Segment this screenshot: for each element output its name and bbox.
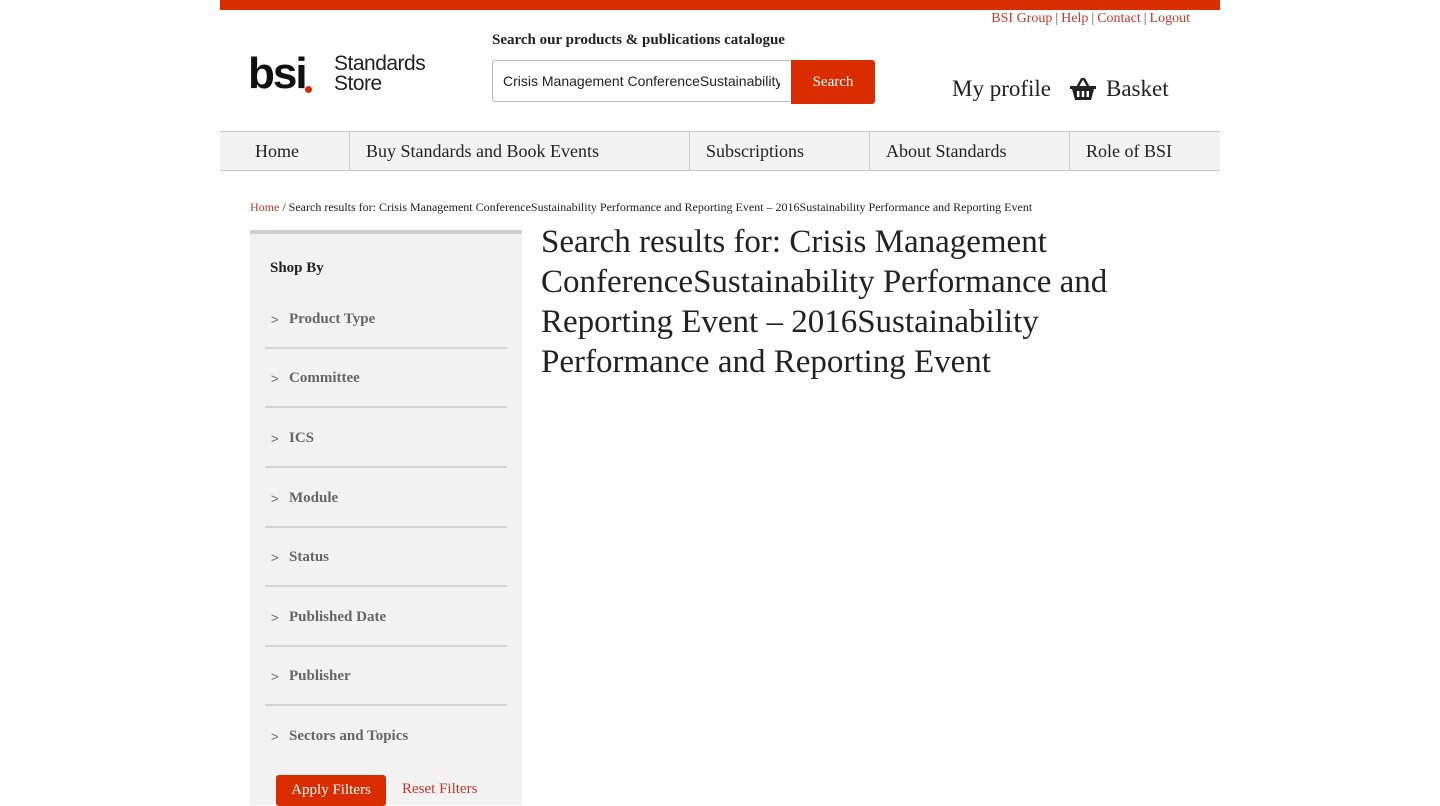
chevron-right-icon: >	[271, 610, 279, 625]
nav-item-about-standards[interactable]: About Standards	[870, 132, 1070, 170]
breadcrumb-current: Search results for: Crisis Management Co…	[288, 200, 1033, 214]
chevron-right-icon: >	[271, 669, 279, 684]
logo-dot	[305, 86, 312, 93]
breadcrumb: Home / Search results for: Crisis Manage…	[250, 200, 1032, 215]
facet-product-type[interactable]: > Product Type	[265, 290, 507, 349]
utility-links: BSI Group | Help | Contact | Logout	[991, 11, 1190, 27]
utility-separator: |	[1091, 11, 1095, 26]
facet-label: Sectors and Topics	[289, 728, 409, 744]
utility-separator: |	[1055, 11, 1059, 26]
chevron-right-icon: >	[271, 729, 279, 744]
nav-item-home[interactable]: Home	[220, 132, 350, 170]
facet-label: Module	[289, 490, 339, 506]
logo-brand: bsi	[248, 49, 308, 98]
logout-link[interactable]: Logout	[1150, 11, 1190, 26]
bsi-standards-store-logo[interactable]: bsi Standards Store	[248, 52, 438, 100]
facet-label: Status	[289, 549, 330, 565]
facet-committee[interactable]: > Committee	[265, 349, 507, 408]
facet-label: Published Date	[289, 609, 387, 625]
nav-item-subscriptions[interactable]: Subscriptions	[690, 132, 870, 170]
search-label: Search our products & publications catal…	[492, 32, 785, 48]
facet-label: ICS	[289, 430, 315, 446]
help-link[interactable]: Help	[1061, 11, 1088, 26]
facet-ics[interactable]: > ICS	[265, 409, 507, 468]
facet-published-date[interactable]: > Published Date	[265, 588, 507, 647]
nav-item-buy-standards[interactable]: Buy Standards and Book Events	[350, 132, 690, 170]
breadcrumb-separator: /	[282, 200, 286, 214]
main-nav: Home Buy Standards and Book Events Subsc…	[220, 131, 1220, 171]
contact-link[interactable]: Contact	[1097, 11, 1141, 26]
chevron-right-icon: >	[271, 550, 279, 565]
facet-publisher[interactable]: > Publisher	[265, 647, 507, 706]
bsi-group-link[interactable]: BSI Group	[991, 11, 1052, 26]
basket-label: Basket	[1106, 76, 1169, 101]
shop-by-heading: Shop By	[270, 260, 324, 276]
facet-label: Publisher	[289, 668, 351, 684]
page-title: Search results for: Crisis Management Co…	[541, 224, 1108, 380]
utility-separator: |	[1143, 11, 1147, 26]
reset-filters-link[interactable]: Reset Filters	[402, 781, 477, 798]
basket-icon	[1070, 77, 1096, 100]
apply-filters-button[interactable]: Apply Filters	[276, 775, 386, 806]
facet-module[interactable]: > Module	[265, 469, 507, 528]
top-accent-bar	[220, 0, 1220, 10]
chevron-right-icon: >	[271, 312, 279, 327]
chevron-right-icon: >	[271, 431, 279, 446]
search-button[interactable]: Search	[791, 60, 875, 104]
logo-tagline-line2: Store	[334, 72, 382, 95]
facet-status[interactable]: > Status	[265, 528, 507, 587]
facet-label: Committee	[289, 370, 360, 386]
chevron-right-icon: >	[271, 491, 279, 506]
breadcrumb-home-link[interactable]: Home	[250, 200, 279, 214]
filter-sidebar: Shop By > Product Type > Committee > ICS…	[250, 230, 522, 806]
logo-tagline-line1: Standards	[334, 52, 426, 75]
basket-link[interactable]: Basket	[1069, 76, 1169, 102]
nav-item-role-of-bsi[interactable]: Role of BSI	[1070, 132, 1220, 170]
chevron-right-icon: >	[271, 371, 279, 386]
facet-sectors-and-topics[interactable]: > Sectors and Topics	[265, 707, 507, 766]
search-input[interactable]	[492, 60, 790, 102]
page: BSI Group | Help | Contact | Logout bsi Standa…	[220, 0, 1220, 806]
facet-label: Product Type	[289, 311, 376, 327]
logo-tagline: Standards Store	[334, 52, 426, 95]
my-profile-link[interactable]: My profile	[952, 76, 1051, 102]
